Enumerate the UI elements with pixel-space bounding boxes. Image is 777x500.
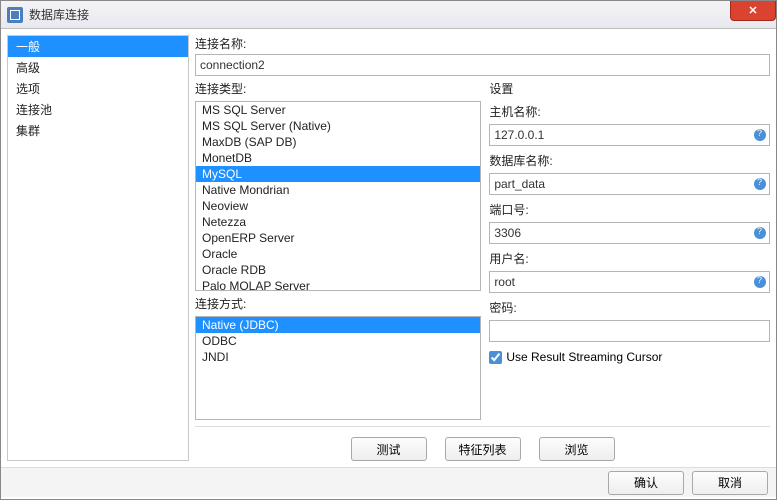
access-option[interactable]: ODBC <box>196 333 480 349</box>
type-option[interactable]: MySQL <box>196 166 480 182</box>
browse-button[interactable]: 浏览 <box>539 437 615 461</box>
sidebar-item[interactable]: 高级 <box>8 57 188 78</box>
dialog-window: 数据库连接 一般高级选项连接池集群 连接名称: 连接类型: MS SQL Ser… <box>0 0 777 500</box>
password-label: 密码: <box>489 299 770 316</box>
sidebar-item[interactable]: 连接池 <box>8 99 188 120</box>
features-button[interactable]: 特征列表 <box>445 437 521 461</box>
settings-group-label: 设置 <box>489 80 770 97</box>
sidebar-item[interactable]: 一般 <box>8 36 188 57</box>
access-option[interactable]: Native (JDBC) <box>196 317 480 333</box>
connection-name-label: 连接名称: <box>195 35 770 52</box>
main-panel: 连接名称: 连接类型: MS SQL ServerMS SQL Server (… <box>195 35 770 461</box>
host-input[interactable] <box>489 124 770 146</box>
access-label: 连接方式: <box>195 295 481 312</box>
port-input[interactable] <box>489 222 770 244</box>
ok-button[interactable]: 确认 <box>608 471 684 495</box>
type-option[interactable]: OpenERP Server <box>196 230 480 246</box>
password-input[interactable] <box>489 320 770 342</box>
type-option[interactable]: Neoview <box>196 198 480 214</box>
close-button[interactable] <box>730 1 776 21</box>
app-icon <box>7 7 23 23</box>
stream-cursor-label: Use Result Streaming Cursor <box>506 350 662 364</box>
db-label: 数据库名称: <box>489 152 770 169</box>
client-area: 一般高级选项连接池集群 连接名称: 连接类型: MS SQL ServerMS … <box>1 29 776 467</box>
type-option[interactable]: MaxDB (SAP DB) <box>196 134 480 150</box>
titlebar[interactable]: 数据库连接 <box>1 1 776 29</box>
access-list[interactable]: Native (JDBC)ODBCJNDI <box>195 316 481 420</box>
type-option[interactable]: MS SQL Server <box>196 102 480 118</box>
connection-name-input[interactable] <box>195 54 770 76</box>
type-option[interactable]: Native Mondrian <box>196 182 480 198</box>
connection-type-label: 连接类型: <box>195 80 481 97</box>
hint-icon[interactable] <box>754 276 766 288</box>
window-title: 数据库连接 <box>29 6 89 23</box>
connection-type-list[interactable]: MS SQL ServerMS SQL Server (Native)MaxDB… <box>195 101 481 291</box>
cancel-button[interactable]: 取消 <box>692 471 768 495</box>
hint-icon[interactable] <box>754 227 766 239</box>
hint-icon[interactable] <box>754 178 766 190</box>
type-option[interactable]: MS SQL Server (Native) <box>196 118 480 134</box>
test-button[interactable]: 测试 <box>351 437 427 461</box>
user-input[interactable] <box>489 271 770 293</box>
category-sidebar[interactable]: 一般高级选项连接池集群 <box>7 35 189 461</box>
type-option[interactable]: Palo MOLAP Server <box>196 278 480 291</box>
sidebar-item[interactable]: 选项 <box>8 78 188 99</box>
access-option[interactable]: JNDI <box>196 349 480 365</box>
type-option[interactable]: MonetDB <box>196 150 480 166</box>
type-option[interactable]: Oracle RDB <box>196 262 480 278</box>
port-label: 端口号: <box>489 201 770 218</box>
type-option[interactable]: Netezza <box>196 214 480 230</box>
hint-icon[interactable] <box>754 129 766 141</box>
type-option[interactable]: Oracle <box>196 246 480 262</box>
sidebar-item[interactable]: 集群 <box>8 120 188 141</box>
dialog-footer: 确认 取消 <box>1 467 776 497</box>
stream-cursor-checkbox[interactable] <box>489 351 502 364</box>
separator <box>195 426 770 427</box>
user-label: 用户名: <box>489 250 770 267</box>
db-input[interactable] <box>489 173 770 195</box>
host-label: 主机名称: <box>489 103 770 120</box>
